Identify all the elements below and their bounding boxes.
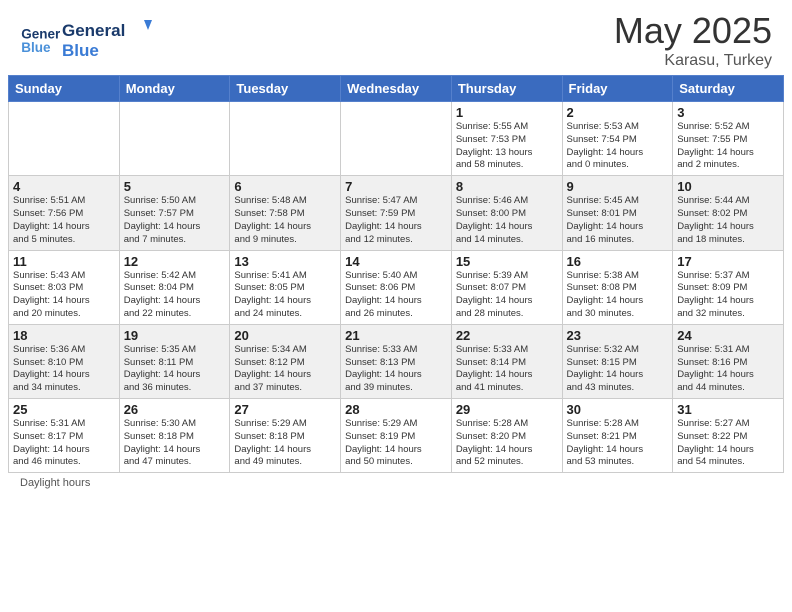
footer-text: Daylight hours [20, 477, 90, 489]
svg-text:General: General [62, 21, 125, 40]
table-row [230, 102, 341, 176]
table-row: 13Sunrise: 5:41 AM Sunset: 8:05 PM Dayli… [230, 250, 341, 324]
table-row: 6Sunrise: 5:48 AM Sunset: 7:58 PM Daylig… [230, 176, 341, 250]
table-row: 12Sunrise: 5:42 AM Sunset: 8:04 PM Dayli… [119, 250, 230, 324]
table-row: 25Sunrise: 5:31 AM Sunset: 8:17 PM Dayli… [9, 399, 120, 473]
header-saturday: Saturday [673, 76, 784, 102]
table-row: 15Sunrise: 5:39 AM Sunset: 8:07 PM Dayli… [451, 250, 562, 324]
table-row: 27Sunrise: 5:29 AM Sunset: 8:18 PM Dayli… [230, 399, 341, 473]
calendar-table: Sunday Monday Tuesday Wednesday Thursday… [8, 75, 784, 473]
calendar-week-row: 18Sunrise: 5:36 AM Sunset: 8:10 PM Dayli… [9, 324, 784, 398]
table-row [119, 102, 230, 176]
table-row: 7Sunrise: 5:47 AM Sunset: 7:59 PM Daylig… [341, 176, 452, 250]
table-row: 23Sunrise: 5:32 AM Sunset: 8:15 PM Dayli… [562, 324, 673, 398]
table-row: 28Sunrise: 5:29 AM Sunset: 8:19 PM Dayli… [341, 399, 452, 473]
table-row: 5Sunrise: 5:50 AM Sunset: 7:57 PM Daylig… [119, 176, 230, 250]
calendar-week-row: 4Sunrise: 5:51 AM Sunset: 7:56 PM Daylig… [9, 176, 784, 250]
table-row: 1Sunrise: 5:55 AM Sunset: 7:53 PM Daylig… [451, 102, 562, 176]
header-wednesday: Wednesday [341, 76, 452, 102]
calendar-week-row: 11Sunrise: 5:43 AM Sunset: 8:03 PM Dayli… [9, 250, 784, 324]
table-row: 14Sunrise: 5:40 AM Sunset: 8:06 PM Dayli… [341, 250, 452, 324]
table-row: 19Sunrise: 5:35 AM Sunset: 8:11 PM Dayli… [119, 324, 230, 398]
table-row [341, 102, 452, 176]
table-row: 3Sunrise: 5:52 AM Sunset: 7:55 PM Daylig… [673, 102, 784, 176]
logo-svg: General Blue [62, 18, 152, 63]
location: Karasu, Turkey [614, 52, 772, 70]
calendar-week-row: 1Sunrise: 5:55 AM Sunset: 7:53 PM Daylig… [9, 102, 784, 176]
header-sunday: Sunday [9, 76, 120, 102]
header-tuesday: Tuesday [230, 76, 341, 102]
table-row: 8Sunrise: 5:46 AM Sunset: 8:00 PM Daylig… [451, 176, 562, 250]
table-row: 30Sunrise: 5:28 AM Sunset: 8:21 PM Dayli… [562, 399, 673, 473]
table-row: 9Sunrise: 5:45 AM Sunset: 8:01 PM Daylig… [562, 176, 673, 250]
page-container: General Blue General Blue May 2025 Karas… [0, 0, 792, 612]
svg-text:Blue: Blue [21, 40, 51, 55]
title-block: May 2025 Karasu, Turkey [614, 10, 772, 70]
month-title: May 2025 [614, 10, 772, 52]
table-row: 17Sunrise: 5:37 AM Sunset: 8:09 PM Dayli… [673, 250, 784, 324]
logo: General Blue General Blue [20, 18, 152, 63]
table-row: 18Sunrise: 5:36 AM Sunset: 8:10 PM Dayli… [9, 324, 120, 398]
table-row: 22Sunrise: 5:33 AM Sunset: 8:14 PM Dayli… [451, 324, 562, 398]
table-row: 29Sunrise: 5:28 AM Sunset: 8:20 PM Dayli… [451, 399, 562, 473]
table-row: 26Sunrise: 5:30 AM Sunset: 8:18 PM Dayli… [119, 399, 230, 473]
table-row: 11Sunrise: 5:43 AM Sunset: 8:03 PM Dayli… [9, 250, 120, 324]
svg-text:Blue: Blue [62, 41, 99, 60]
page-header: General Blue General Blue May 2025 Karas… [0, 0, 792, 75]
calendar-header-row: Sunday Monday Tuesday Wednesday Thursday… [9, 76, 784, 102]
logo-icon: General Blue [20, 25, 60, 55]
calendar-week-row: 25Sunrise: 5:31 AM Sunset: 8:17 PM Dayli… [9, 399, 784, 473]
table-row: 4Sunrise: 5:51 AM Sunset: 7:56 PM Daylig… [9, 176, 120, 250]
table-row: 31Sunrise: 5:27 AM Sunset: 8:22 PM Dayli… [673, 399, 784, 473]
table-row: 16Sunrise: 5:38 AM Sunset: 8:08 PM Dayli… [562, 250, 673, 324]
table-row: 2Sunrise: 5:53 AM Sunset: 7:54 PM Daylig… [562, 102, 673, 176]
footer: Daylight hours [0, 473, 792, 493]
header-monday: Monday [119, 76, 230, 102]
table-row: 10Sunrise: 5:44 AM Sunset: 8:02 PM Dayli… [673, 176, 784, 250]
table-row: 24Sunrise: 5:31 AM Sunset: 8:16 PM Dayli… [673, 324, 784, 398]
header-friday: Friday [562, 76, 673, 102]
table-row [9, 102, 120, 176]
table-row: 21Sunrise: 5:33 AM Sunset: 8:13 PM Dayli… [341, 324, 452, 398]
table-row: 20Sunrise: 5:34 AM Sunset: 8:12 PM Dayli… [230, 324, 341, 398]
svg-text:General: General [21, 27, 60, 42]
header-thursday: Thursday [451, 76, 562, 102]
